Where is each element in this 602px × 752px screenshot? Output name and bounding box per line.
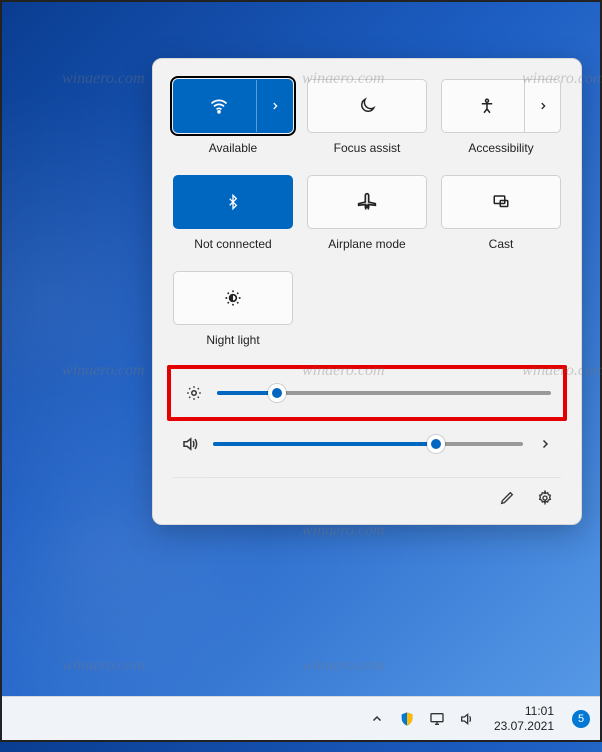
brightness-icon <box>183 384 205 402</box>
taskbar-clock[interactable]: 11:01 23.07.2021 <box>494 704 554 733</box>
network-tray-icon[interactable] <box>428 710 446 728</box>
taskbar-date: 23.07.2021 <box>494 719 554 733</box>
tile-wrap-airplane: Airplane mode <box>307 175 427 263</box>
quick-settings-tiles: Available Focus assist Accessibility <box>173 79 561 359</box>
accessibility-tile[interactable] <box>441 79 561 133</box>
night-light-tile[interactable] <box>173 271 293 325</box>
chevron-right-icon <box>539 438 551 450</box>
moon-icon <box>358 97 376 115</box>
night-light-tile-label: Night light <box>206 333 259 347</box>
night-light-icon <box>223 288 243 308</box>
quick-settings-panel: Available Focus assist Accessibility <box>152 58 582 525</box>
watermark: winaero.com <box>62 70 145 88</box>
watermark: winaero.com <box>62 657 145 675</box>
volume-slider-thumb[interactable] <box>427 435 445 453</box>
tile-wrap-accessibility: Accessibility <box>441 79 561 167</box>
bluetooth-tile[interactable] <box>173 175 293 229</box>
accessibility-icon <box>478 97 496 115</box>
cast-tile-label: Cast <box>489 237 514 251</box>
airplane-mode-tile[interactable] <box>307 175 427 229</box>
wifi-tile-label: Available <box>209 141 257 155</box>
volume-output-button[interactable] <box>535 438 555 450</box>
taskbar: 11:01 23.07.2021 5 <box>2 696 600 740</box>
airplane-mode-tile-label: Airplane mode <box>328 237 405 251</box>
speaker-icon <box>459 711 475 727</box>
focus-assist-tile[interactable] <box>307 79 427 133</box>
chevron-up-icon <box>371 713 383 725</box>
open-settings-button[interactable] <box>535 488 555 508</box>
tray-overflow-button[interactable] <box>368 710 386 728</box>
speaker-icon <box>179 435 201 453</box>
security-tray-icon[interactable] <box>398 710 416 728</box>
bluetooth-tile-label: Not connected <box>194 237 271 251</box>
cast-tile[interactable] <box>441 175 561 229</box>
airplane-icon <box>357 192 377 212</box>
taskbar-time: 11:01 <box>494 704 554 718</box>
chevron-right-icon <box>270 101 280 111</box>
sliders-section <box>173 365 561 467</box>
notification-count: 5 <box>578 713 584 725</box>
watermark: winaero.com <box>302 657 385 675</box>
volume-slider[interactable] <box>213 442 523 446</box>
volume-tray-icon[interactable] <box>458 710 476 728</box>
wifi-tile[interactable] <box>173 79 293 133</box>
volume-row <box>173 421 561 467</box>
tile-wrap-bluetooth: Not connected <box>173 175 293 263</box>
shield-icon <box>399 711 415 727</box>
tile-wrap-cast: Cast <box>441 175 561 263</box>
wifi-expand-button[interactable] <box>256 80 292 132</box>
tile-wrap-focus-assist: Focus assist <box>307 79 427 167</box>
accessibility-expand-button[interactable] <box>524 80 560 132</box>
bluetooth-icon <box>225 192 241 212</box>
monitor-icon <box>429 711 445 727</box>
accessibility-tile-label: Accessibility <box>468 141 533 155</box>
watermark: winaero.com <box>62 362 145 380</box>
focus-assist-tile-label: Focus assist <box>334 141 401 155</box>
tile-wrap-night-light: Night light <box>173 271 293 359</box>
wifi-icon <box>209 96 229 116</box>
pencil-icon <box>499 490 515 506</box>
quick-settings-footer <box>173 477 561 512</box>
gear-icon <box>537 490 553 506</box>
cast-icon <box>491 193 511 211</box>
notification-center-button[interactable]: 5 <box>572 710 590 728</box>
brightness-slider[interactable] <box>217 391 551 395</box>
system-tray: 11:01 23.07.2021 5 <box>368 704 590 733</box>
brightness-row <box>167 365 567 421</box>
chevron-right-icon <box>538 101 548 111</box>
edit-quick-settings-button[interactable] <box>497 488 517 508</box>
brightness-slider-thumb[interactable] <box>268 384 286 402</box>
tile-wrap-wifi: Available <box>173 79 293 167</box>
